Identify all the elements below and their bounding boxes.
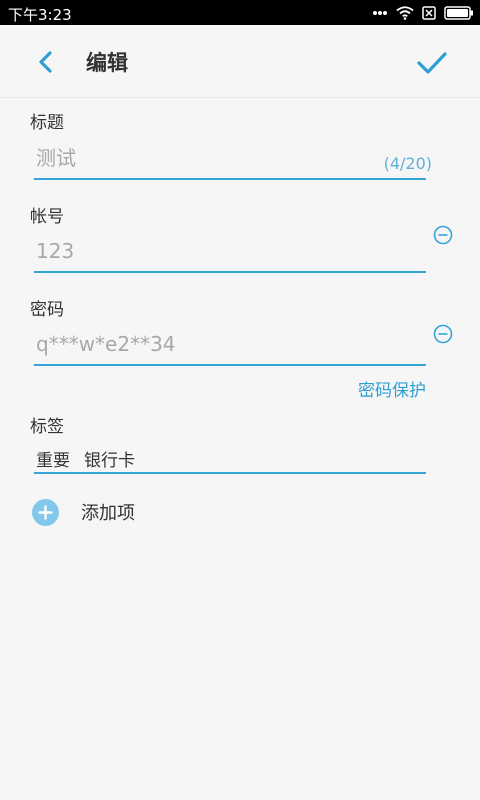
wifi-icon — [396, 6, 414, 20]
check-icon — [414, 52, 450, 83]
tag-item[interactable]: 银行卡 — [82, 446, 135, 471]
minus-circle-icon — [433, 324, 453, 348]
add-item-label: 添加项 — [81, 503, 135, 524]
status-icons — [372, 4, 474, 22]
status-time: 下午3:23 — [8, 6, 72, 24]
title-input[interactable] — [34, 140, 426, 180]
account-label: 帐号 — [30, 207, 64, 227]
page-title: 编辑 — [86, 51, 128, 75]
account-input[interactable] — [34, 233, 426, 273]
title-char-counter: (4/20) — [383, 154, 432, 173]
title-label: 标题 — [30, 113, 64, 133]
tags-field[interactable]: 重要 银行卡 — [34, 446, 426, 474]
password-input[interactable] — [34, 326, 426, 366]
battery-icon — [444, 6, 474, 20]
confirm-button[interactable] — [414, 45, 450, 79]
back-button[interactable] — [30, 47, 64, 77]
app-bar: 编辑 — [0, 25, 480, 98]
plus-circle-icon — [32, 498, 59, 526]
password-protect-link[interactable]: 密码保护 — [358, 376, 426, 401]
no-sim-icon — [422, 6, 436, 20]
tags-label: 标签 — [30, 417, 64, 437]
more-dots-icon — [372, 10, 388, 16]
status-bar: 下午3:23 — [0, 0, 480, 25]
tag-item[interactable]: 重要 — [34, 446, 70, 471]
remove-password-button[interactable] — [433, 324, 453, 344]
minus-circle-icon — [433, 225, 453, 249]
password-label: 密码 — [30, 300, 64, 320]
chevron-left-icon — [30, 51, 64, 81]
remove-account-button[interactable] — [433, 225, 453, 245]
add-item-button[interactable]: 添加项 — [32, 497, 135, 527]
